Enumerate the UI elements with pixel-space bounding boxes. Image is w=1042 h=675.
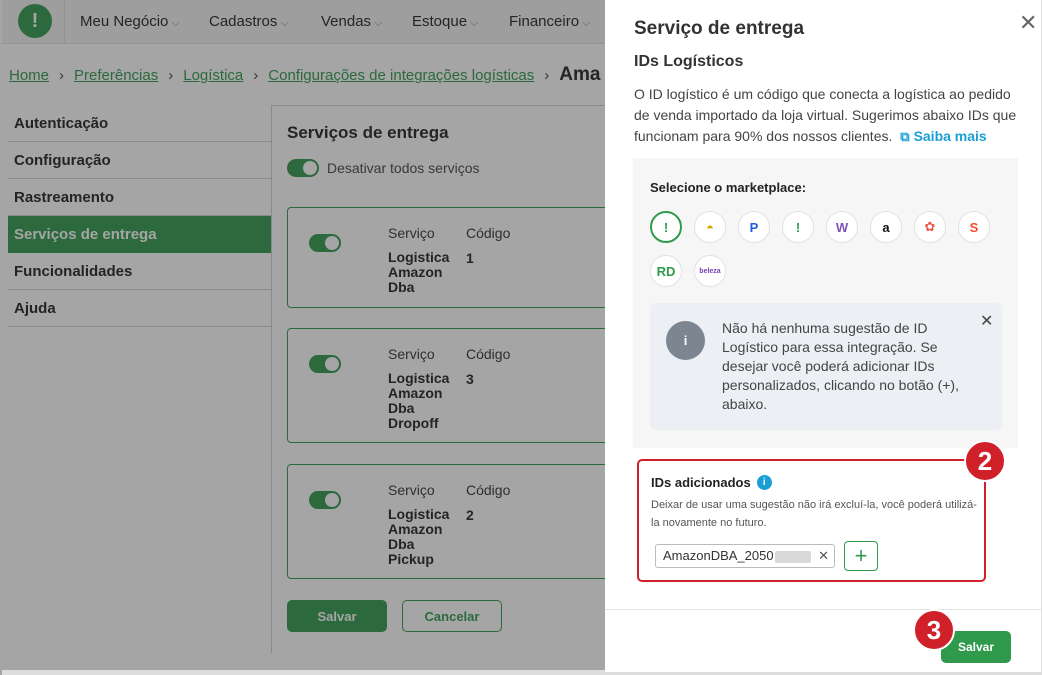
ids-title-text: IDs adicionados	[651, 475, 751, 490]
pinwheel-icon[interactable]: ✿	[914, 211, 946, 243]
bling-alt-icon-glyph: !	[795, 219, 801, 235]
rd-icon[interactable]: RD	[650, 255, 682, 287]
drawer-title: Serviço de entrega	[634, 18, 805, 39]
shopee-icon-glyph: S	[969, 219, 979, 235]
ids-title: IDs adicionados i	[651, 475, 772, 490]
marketplace-label: Selecione o marketplace:	[650, 180, 807, 195]
info-alert: i Não há nenhuma sugestão de ID Logístic…	[650, 303, 1002, 430]
ids-help-text: Deixar de usar uma sugestão não irá excl…	[651, 499, 977, 529]
add-id-button[interactable]: +	[844, 541, 878, 571]
beleza-icon-glyph: beleza	[699, 267, 721, 275]
saiba-mais-link[interactable]: ⧉ Saiba mais	[900, 128, 986, 144]
divider	[605, 609, 1042, 610]
info-text: Não há nenhuma sugestão de ID Logístico …	[722, 320, 959, 412]
rd-icon-glyph: RD	[656, 263, 676, 279]
bling-icon[interactable]: !	[650, 211, 682, 243]
id-chip-value: AmazonDBA_2050	[663, 548, 774, 563]
magalu-icon[interactable]: P	[738, 211, 770, 243]
woo-icon-glyph: W	[835, 219, 849, 235]
magalu-icon-glyph: P	[749, 219, 759, 235]
info-icon: i	[666, 321, 705, 360]
added-ids-section: IDs adicionados i Deixar de usar uma sug…	[637, 459, 986, 582]
step-badge-2: 2	[964, 440, 1006, 482]
info-icon[interactable]: i	[756, 475, 772, 490]
blurred-text	[774, 550, 811, 563]
external-link-icon: ⧉	[900, 129, 910, 144]
close-icon[interactable]: ✕	[1019, 10, 1037, 36]
shopee-icon[interactable]: S	[958, 211, 990, 243]
amazon-icon[interactable]: a	[870, 211, 902, 243]
woo-icon[interactable]: W	[826, 211, 858, 243]
mercado-livre-icon[interactable]: ◓	[694, 211, 726, 243]
marketplace-selector: Selecione o marketplace: ! ◓ P! Wa ✿ S RD belez…	[633, 158, 1018, 448]
step-badge-3: 3	[913, 609, 955, 651]
delivery-service-drawer: Serviço de entrega ✕ IDs Logísticos O ID…	[605, 0, 1042, 672]
amazon-icon-glyph: a	[882, 219, 890, 235]
modal-overlay[interactable]	[0, 0, 605, 675]
bling-icon-glyph: !	[663, 219, 669, 235]
close-icon[interactable]: ✕	[980, 311, 993, 331]
saiba-mais-label: Saiba mais	[913, 128, 987, 144]
drawer-description: O ID logístico é um código que conecta a…	[634, 84, 1026, 147]
mercado-livre-icon-glyph: ◓	[706, 219, 714, 235]
beleza-icon[interactable]: beleza	[694, 255, 726, 287]
bling-alt-icon[interactable]: !	[782, 211, 814, 243]
drawer-subtitle: IDs Logísticos	[634, 53, 744, 70]
pinwheel-icon-glyph: ✿	[924, 219, 936, 234]
remove-icon[interactable]: ✕	[818, 545, 829, 567]
id-chip: AmazonDBA_2050 ✕	[655, 544, 835, 568]
